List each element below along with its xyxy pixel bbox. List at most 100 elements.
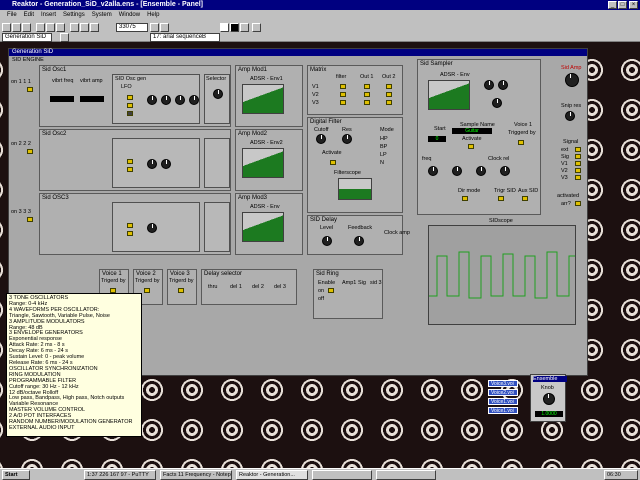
close-button[interactable]: × <box>629 1 638 9</box>
mode-hp[interactable]: HP <box>380 136 388 142</box>
trig-led[interactable] <box>518 140 524 145</box>
audio-icon[interactable] <box>160 23 169 32</box>
amnt-knob[interactable] <box>175 95 185 105</box>
matrix-led[interactable] <box>364 92 370 97</box>
dir-mode-led[interactable] <box>462 196 468 201</box>
signal-led[interactable] <box>575 154 581 159</box>
open-icon[interactable] <box>12 23 21 32</box>
selector-knob[interactable] <box>213 89 223 99</box>
matrix-led[interactable] <box>340 84 346 89</box>
saw-led[interactable] <box>127 167 133 172</box>
matrix-led[interactable] <box>340 100 346 105</box>
cutoff-knob[interactable] <box>316 134 326 144</box>
arr-led[interactable] <box>575 201 581 206</box>
voice2-led[interactable] <box>144 288 150 293</box>
midi-icon[interactable] <box>150 23 159 32</box>
matrix-led[interactable] <box>386 92 392 97</box>
sampler-knob[interactable] <box>498 80 508 90</box>
menu-insert[interactable]: Insert <box>41 12 56 18</box>
instrument-combo[interactable]: Generation SiD <box>2 33 52 42</box>
sid-amp-knob[interactable] <box>565 73 579 87</box>
menu-system[interactable]: System <box>92 12 112 18</box>
tri-led[interactable] <box>127 223 133 228</box>
osc3-sync-led[interactable] <box>27 217 33 222</box>
voice-preset-button[interactable]: Voice1.voi <box>488 407 518 414</box>
pulse-led[interactable] <box>127 111 133 116</box>
saw-led[interactable] <box>127 231 133 236</box>
shape-knob[interactable] <box>147 95 157 105</box>
start-button[interactable]: Start <box>2 470 30 480</box>
delay-slot-1[interactable]: del 1 <box>230 284 242 290</box>
copy-icon[interactable] <box>46 23 55 32</box>
shape-knob[interactable] <box>147 159 157 169</box>
filter-activate-led[interactable] <box>330 160 336 165</box>
delay-feedback-knob[interactable] <box>354 236 364 246</box>
freq-knob[interactable] <box>428 166 438 176</box>
tri-led[interactable] <box>127 95 133 100</box>
snip-res-knob[interactable] <box>565 111 575 121</box>
matrix-led[interactable] <box>364 84 370 89</box>
menu-file[interactable]: File <box>7 12 17 18</box>
sampler-activate-led[interactable] <box>468 144 474 149</box>
menu-edit[interactable]: Edit <box>24 12 34 18</box>
preset-combo[interactable]: 17: arial sequenceB <box>150 33 220 42</box>
sample-rate-combo[interactable]: 33075 <box>116 23 148 32</box>
structure-icon[interactable] <box>80 23 89 32</box>
delay-slot-thru[interactable]: thru <box>208 284 217 290</box>
osc2-sync-led[interactable] <box>27 149 33 154</box>
delay-slot-3[interactable]: del 3 <box>274 284 286 290</box>
instrument-icon[interactable] <box>70 23 79 32</box>
osc1-sync-led[interactable] <box>27 87 33 92</box>
voice-preset-button[interactable]: Voice1.voi <box>488 398 518 405</box>
matrix-led[interactable] <box>340 92 346 97</box>
ring-on-led[interactable] <box>328 288 334 293</box>
mode-n[interactable]: N <box>380 160 384 166</box>
saw-led[interactable] <box>127 103 133 108</box>
trig-sid-led[interactable] <box>498 196 504 201</box>
voice-preset-button[interactable]: Voice2.voi <box>488 389 518 396</box>
record-icon[interactable] <box>240 23 249 32</box>
voice-preset-button[interactable]: Voice3.voi <box>488 380 518 387</box>
clock-rel-knob[interactable] <box>500 166 510 176</box>
task-item[interactable] <box>376 470 436 480</box>
fine-knob[interactable] <box>189 95 199 105</box>
rate-knob[interactable] <box>161 159 171 169</box>
task-putty[interactable]: 1:37 226 167 97 - PuTTY <box>84 470 156 480</box>
view-icon[interactable] <box>252 23 261 32</box>
signal-led[interactable] <box>575 161 581 166</box>
paste-icon[interactable] <box>56 23 65 32</box>
matrix-led[interactable] <box>364 100 370 105</box>
mode-bp[interactable]: BP <box>380 144 387 150</box>
aux-sid-led[interactable] <box>522 196 528 201</box>
save-icon[interactable] <box>22 23 31 32</box>
mode-lp[interactable]: LP <box>380 152 387 158</box>
signal-led[interactable] <box>575 168 581 173</box>
start-display[interactable]: 0 <box>428 136 446 142</box>
delay-level-knob[interactable] <box>322 236 332 246</box>
res-knob[interactable] <box>342 134 352 144</box>
sampler-knob[interactable] <box>476 166 486 176</box>
matrix-led[interactable] <box>386 100 392 105</box>
panel-icon[interactable] <box>90 23 99 32</box>
cut-icon[interactable] <box>36 23 45 32</box>
maximize-button[interactable]: □ <box>618 1 627 9</box>
task-item[interactable] <box>312 470 372 480</box>
shape-knob[interactable] <box>147 223 157 233</box>
sampler-knob[interactable] <box>452 166 462 176</box>
voice3-led[interactable] <box>178 288 184 293</box>
menu-help[interactable]: Help <box>147 12 159 18</box>
delay-slot-2[interactable]: del 2 <box>252 284 264 290</box>
rate-knob[interactable] <box>161 95 171 105</box>
stop-icon[interactable] <box>230 23 239 32</box>
menu-settings[interactable]: Settings <box>63 12 85 18</box>
task-reaktor[interactable]: Reaktor - Generation... <box>236 470 308 480</box>
signal-led[interactable] <box>575 147 581 152</box>
cpu-icon[interactable] <box>60 33 69 42</box>
play-icon[interactable] <box>220 23 229 32</box>
task-notepad[interactable]: Facts 11 Frequency - Notep <box>160 470 232 480</box>
minimize-button[interactable]: _ <box>608 1 617 9</box>
sampler-knob[interactable] <box>492 98 502 108</box>
sampler-knob[interactable] <box>484 80 494 90</box>
menu-window[interactable]: Window <box>119 12 140 18</box>
matrix-led[interactable] <box>386 84 392 89</box>
